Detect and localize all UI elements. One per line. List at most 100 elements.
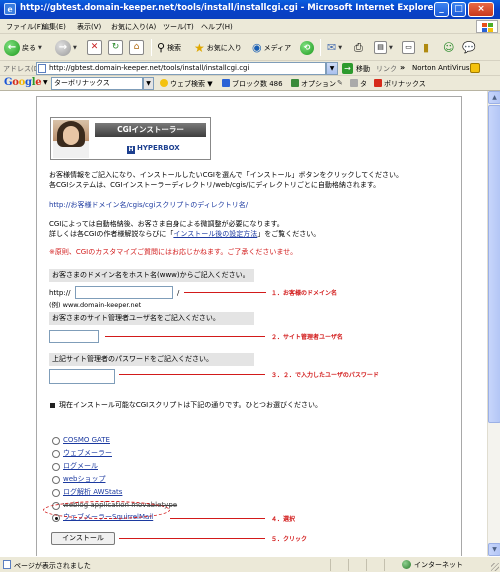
print-icon: ⎙ [354,40,363,54]
radio-web-mailer[interactable] [52,450,60,458]
mail-button[interactable]: ✉ ▼ [327,38,342,57]
scroll-thumb[interactable] [488,105,500,423]
minimize-button[interactable]: _ [434,2,449,17]
scroll-up-button[interactable]: ▲ [488,91,500,104]
edit-button[interactable]: ▤ ▼ [374,38,393,57]
annotation-5: ５．クリック [271,536,308,543]
forward-button[interactable]: → ▼ [55,38,77,57]
favorites-star-icon: ★ [194,40,205,55]
highlight-button[interactable]: ✎ [337,79,343,87]
status-cell [348,559,366,571]
path-example: http://お客様ドメイン名/cgis/cgiスクリプトのディレクトリ名/ [49,201,249,209]
script-label-awstats[interactable]: ログ解析 AWStats [63,488,122,497]
menu-favorites[interactable]: お気に入り(A) [111,22,156,32]
google-logo[interactable]: Google [4,77,42,88]
refresh-icon: ↻ [108,40,123,55]
menu-file[interactable]: ファイル(F) [6,22,44,32]
toolbar-separator [320,39,321,56]
norton-antivirus-button[interactable]: Norton AntiVirus [412,64,470,72]
search-icon: ⚲ [157,41,166,54]
status-cell [366,559,384,571]
history-button[interactable]: ⟲ [300,38,314,57]
web-search-icon [160,79,168,87]
back-dropdown-icon: ▼ [38,44,42,51]
stop-button[interactable]: ✕ [87,38,102,57]
script-label-log-mail[interactable]: ログメール [63,462,98,471]
annotation-3: ３．２．で入力したユーザのパスワード [271,372,379,379]
annotation-line-4 [170,518,265,519]
radio-web-shop[interactable] [52,476,60,484]
ta-button[interactable]: タ [350,79,367,89]
go-arrow-icon[interactable]: → [342,63,353,74]
annotation-line-2 [105,336,265,337]
back-button[interactable]: ← 戻る ▼ [4,38,42,57]
close-button[interactable]: × [468,2,494,17]
edit-dropdown-icon: ▼ [389,44,393,51]
scroll-down-button[interactable]: ▼ [488,543,500,556]
address-dropdown-button[interactable]: ▼ [326,62,338,75]
chat-button[interactable]: 💬 [462,38,476,57]
menu-help[interactable]: ヘルプ(H) [201,22,233,32]
radio-cosmo-gate[interactable] [52,437,60,445]
google-menu-dropdown-icon[interactable]: ▼ [43,79,48,86]
search-button[interactable]: ⚲ 検索 [157,38,181,57]
hyperbox-mark-icon: H [127,146,135,154]
toolbar-separator [151,39,152,56]
favorites-button[interactable]: ★ お気に入り [194,38,242,57]
install-button[interactable]: インストール [51,532,115,545]
standard-toolbar: ← 戻る ▼ → ▼ ✕ ↻ ⌂ ⚲ 検索 ★ お気に入り ◉ メディア ⟲ ✉… [0,34,500,61]
admin-password-input[interactable] [49,369,115,384]
available-scripts-heading: 現在インストール可能なCGIスクリプトは下記の通りです。ひとつお選びください。 [59,401,323,409]
home-button[interactable]: ⌂ [129,38,144,57]
messenger-button[interactable]: ☺ [443,38,454,57]
menu-view[interactable]: 表示(V) [77,22,101,32]
refresh-button[interactable]: ↻ [108,38,123,57]
links-chevron-icon[interactable]: » [400,63,405,72]
research-button[interactable]: ▮ [423,38,429,57]
menu-tools[interactable]: ツール(T) [163,22,194,32]
back-arrow-icon: ← [4,39,20,56]
address-bar: アドレス(D) http://gbtest.domain-keeper.net/… [0,61,500,76]
go-button[interactable]: 移動 [356,64,370,74]
turbolinux-button[interactable]: ポリナックス [374,79,426,89]
discuss-button[interactable]: ▭ [402,38,415,57]
annotation-line-1 [184,292,266,293]
web-search-button[interactable]: ウェブ検索 ▼ [160,79,213,89]
windows-logo-icon [476,20,498,33]
note-line-2: 詳しくは各CGIの作者様解説ならびに「インストール後の設定方法」をご覧ください。 [49,230,321,238]
highlight-pen-icon: ✎ [337,79,343,87]
page-content: CGIインストーラー H HYPERBOX お客様情報をご記入になり、インストール… [0,91,487,556]
intro-line-2: 各CGIシステムは、CGIインストーラーディレクトリ/web/cgis/にディレ… [49,181,381,189]
print-button[interactable]: ⎙ [354,38,363,57]
popup-blocker-icon [222,79,230,87]
vertical-scrollbar[interactable]: ▲ ▼ [487,91,500,556]
google-toolbar: Google ▼ ターボリナックス ▼ ウェブ検索 ▼ ブロック数 486 オプ… [0,76,500,91]
address-input[interactable]: http://gbtest.domain-keeper.net/tools/in… [36,62,326,75]
radio-awstats[interactable] [52,489,60,497]
norton-icon[interactable] [470,63,480,73]
script-label-web-shop[interactable]: webショップ [63,475,105,484]
home-icon: ⌂ [129,40,144,55]
menu-edit[interactable]: 編集(E) [42,22,66,32]
domain-slash: / [177,289,180,297]
security-zone: インターネット [402,560,463,570]
script-label-web-mailer[interactable]: ウェブメーラー [63,449,112,458]
google-search-input[interactable]: ターボリナックス [51,77,143,90]
maximize-button[interactable]: □ [451,2,466,17]
google-search-dropdown[interactable]: ▼ [143,77,154,90]
mail-icon: ✉ [327,41,337,54]
logo-portrait-image [53,120,89,158]
annotation-2: ２．サイト管理者ユーザ名 [271,334,343,341]
resize-grip[interactable] [491,563,499,571]
admin-username-input[interactable] [49,330,99,343]
script-label-cosmo-gate[interactable]: COSMO GATE [63,436,110,445]
links-label[interactable]: リンク [376,64,397,74]
domain-input[interactable] [75,286,173,299]
popup-blocker-button[interactable]: ブロック数 486 [222,79,283,89]
media-button[interactable]: ◉ メディア [252,38,291,57]
post-install-settings-link[interactable]: インストール後の設定方法 [173,230,257,238]
search-label: 検索 [167,43,182,52]
research-icon: ▮ [423,41,430,54]
options-button[interactable]: オプション [291,79,336,89]
radio-log-mail[interactable] [52,463,60,471]
